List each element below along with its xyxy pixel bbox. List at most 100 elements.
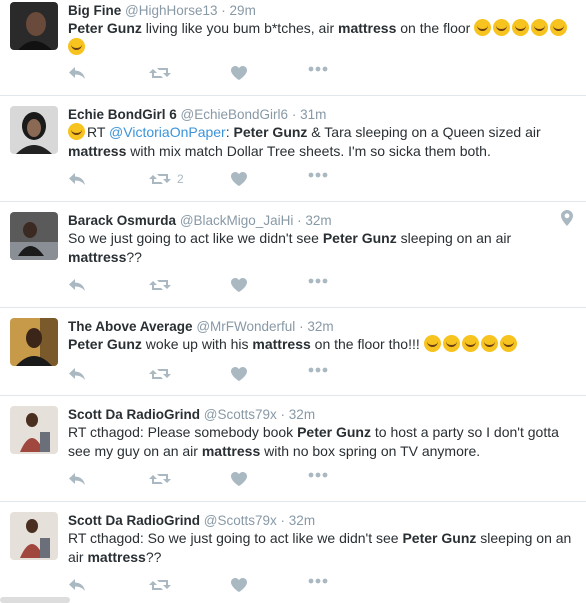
tweet[interactable]: Scott Da RadioGrind @Scotts79x · 32m RT … — [0, 502, 586, 603]
avatar[interactable] — [10, 2, 58, 50]
reply-button[interactable] — [68, 472, 86, 486]
emoji-tears-of-joy — [531, 19, 549, 36]
more-icon — [308, 172, 328, 178]
retweet-icon — [149, 367, 171, 381]
separator-dot: · — [291, 107, 297, 122]
retweet-icon — [149, 578, 171, 592]
retweet-button[interactable] — [149, 578, 171, 592]
user-name[interactable]: Big Fine — [68, 3, 121, 18]
keyword-highlight: Peter Gunz — [297, 424, 371, 440]
more-button[interactable] — [308, 278, 328, 284]
tweet-timestamp[interactable]: 32m — [289, 407, 315, 422]
like-button[interactable] — [231, 172, 247, 186]
more-button[interactable] — [308, 578, 328, 584]
more-icon — [308, 66, 328, 72]
reply-icon — [68, 66, 86, 80]
more-button[interactable] — [308, 472, 328, 478]
like-button[interactable] — [231, 578, 247, 592]
tweet-text: RT @VictoriaOnPaper: Peter Gunz & Tara s… — [68, 123, 576, 161]
mention-link[interactable]: @VictoriaOnPaper — [109, 124, 226, 140]
more-icon — [308, 578, 328, 584]
like-button[interactable] — [231, 278, 247, 292]
reply-icon — [68, 367, 86, 381]
separator-dot: · — [299, 319, 304, 334]
tweet-header: Big Fine @HighHorse13 · 29m — [68, 2, 256, 20]
avatar[interactable] — [10, 106, 58, 154]
tweet[interactable]: Scott Da RadioGrind @Scotts79x · 32m RT … — [0, 396, 586, 502]
tweet-timestamp[interactable]: 32m — [289, 513, 315, 528]
more-button[interactable] — [308, 172, 328, 178]
user-handle[interactable]: @MrFWonderful — [196, 319, 295, 334]
user-handle[interactable]: @Scotts79x — [204, 407, 277, 422]
separator-dot: · — [221, 3, 226, 18]
keyword-highlight: Peter Gunz — [68, 336, 142, 352]
keyword-highlight: Peter Gunz — [322, 230, 397, 246]
user-name[interactable]: Barack Osmurda — [68, 213, 176, 228]
like-button[interactable] — [231, 66, 247, 80]
tweet[interactable]: Barack Osmurda @BlackMigo_JaiHi · 32m So… — [0, 202, 586, 308]
reply-icon — [68, 172, 86, 186]
like-icon — [231, 172, 247, 186]
more-button[interactable] — [308, 367, 328, 373]
tweet-text: So we just going to act like we didn't s… — [68, 229, 576, 267]
more-button[interactable] — [308, 66, 328, 72]
tweet-timestamp[interactable]: 32m — [305, 213, 331, 228]
like-button[interactable] — [231, 367, 247, 381]
reply-icon — [68, 578, 86, 592]
separator-dot: · — [297, 213, 302, 228]
tweet-timestamp[interactable]: 29m — [230, 3, 256, 18]
reply-button[interactable] — [68, 172, 86, 186]
keyword-highlight: mattress — [87, 549, 146, 565]
retweet-button[interactable] — [149, 367, 171, 381]
keyword-highlight: mattress — [68, 249, 127, 265]
reply-button[interactable] — [68, 66, 86, 80]
emoji-tears-of-joy — [68, 38, 85, 55]
tweet-header: Scott Da RadioGrind @Scotts79x · 32m — [68, 512, 315, 530]
user-handle[interactable]: @EchieBondGirl6 — [181, 107, 289, 122]
keyword-highlight: mattress — [252, 336, 311, 352]
tweet-text: RT cthagod: Please somebody book Peter G… — [68, 423, 576, 461]
tweet-text-segment: living like you bum b*tches, air — [141, 20, 338, 36]
user-handle[interactable]: @HighHorse13 — [125, 3, 218, 18]
tweet-text-segment: woke up with his — [141, 336, 253, 352]
avatar[interactable] — [10, 212, 58, 260]
retweet-button[interactable]: 2 — [149, 172, 184, 186]
like-button[interactable] — [231, 472, 247, 486]
user-handle[interactable]: @Scotts79x — [204, 513, 277, 528]
reply-button[interactable] — [68, 278, 86, 292]
keyword-highlight: mattress — [201, 443, 261, 459]
user-name[interactable]: The Above Average — [68, 319, 193, 334]
more-icon — [308, 367, 328, 373]
tweet-header: Scott Da RadioGrind @Scotts79x · 32m — [68, 406, 315, 424]
emoji-tears-of-joy — [474, 19, 492, 36]
tweet-timestamp[interactable]: 31m — [300, 107, 326, 122]
retweet-icon — [149, 172, 171, 186]
user-name[interactable]: Scott Da RadioGrind — [68, 407, 200, 422]
tweet-text-segment: RT cthagod: Please somebody book — [68, 424, 298, 440]
retweet-button[interactable] — [149, 278, 171, 292]
tweet-text: Peter Gunz woke up with his mattress on … — [68, 335, 576, 354]
reply-button[interactable] — [68, 367, 86, 381]
reply-icon — [68, 472, 86, 486]
tweet[interactable]: Big Fine @HighHorse13 · 29m Peter Gunz l… — [0, 0, 586, 96]
user-handle[interactable]: @BlackMigo_JaiHi — [180, 213, 294, 228]
tweet-text-segment: & Tara sleeping on a Queen sized air — [307, 124, 541, 140]
retweet-icon — [149, 66, 171, 80]
retweet-button[interactable] — [149, 66, 171, 80]
avatar[interactable] — [10, 512, 58, 560]
like-icon — [231, 472, 247, 486]
user-name[interactable]: Scott Da RadioGrind — [68, 513, 200, 528]
user-name[interactable]: Echie BondGirl 6 — [68, 107, 177, 122]
tweet-text-segment: RT — [87, 124, 110, 140]
tweet-header: Barack Osmurda @BlackMigo_JaiHi · 32m — [68, 212, 332, 230]
reply-button[interactable] — [68, 578, 86, 592]
horizontal-scrollbar[interactable] — [0, 597, 70, 603]
tweet[interactable]: The Above Average @MrFWonderful · 32m Pe… — [0, 308, 586, 396]
tweet[interactable]: Echie BondGirl 6 @EchieBondGirl6 · 31m R… — [0, 96, 586, 202]
avatar[interactable] — [10, 318, 58, 366]
avatar[interactable] — [10, 406, 58, 454]
tweet-timestamp[interactable]: 32m — [307, 319, 333, 334]
like-icon — [231, 66, 247, 80]
retweet-button[interactable] — [149, 472, 171, 486]
location-icon[interactable] — [561, 210, 573, 231]
